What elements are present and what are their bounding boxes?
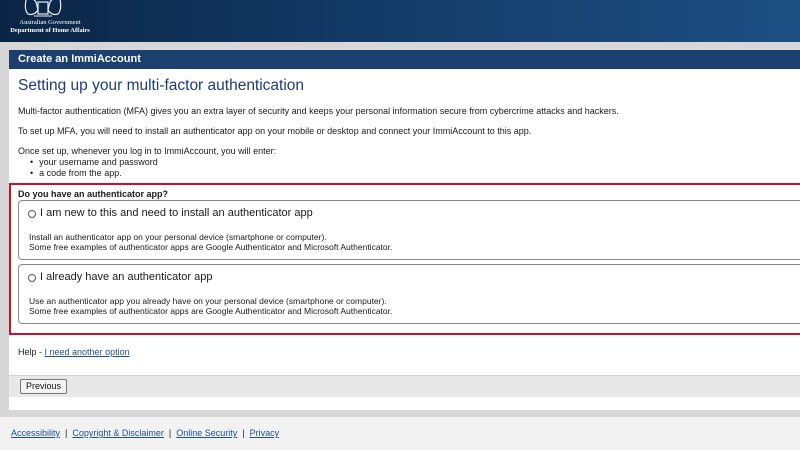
footer-separator: | [65,428,68,438]
button-bar: Previous [9,375,800,397]
footer-link-accessibility[interactable]: Accessibility [11,428,60,438]
option-new-to-authenticator[interactable]: I am new to this and need to install an … [18,200,800,260]
radio-button[interactable] [28,210,36,218]
option-desc-line: Use an authenticator app you already hav… [29,296,387,306]
authenticator-question-group: Do you have an authenticator app? I am n… [9,183,800,335]
footer-link-online-security[interactable]: Online Security [176,428,237,438]
footer-separator: | [242,428,245,438]
coat-of-arms-icon [24,0,62,17]
logo-line-1: Australian Government [19,19,81,26]
list-item: a code from the app. [30,168,791,179]
once-text: Once set up, whenever you log in to Immi… [18,146,277,156]
need-another-option-link[interactable]: I need another option [45,347,130,357]
logo-line-2: Department of Home Affairs [10,27,90,34]
footer: Accessibility | Copyright & Disclaimer | Onl… [0,417,800,450]
option-description: Install an authenticator app on your per… [29,232,392,252]
setup-text: To set up MFA, you will need to install … [18,126,532,136]
intro-text: Multi-factor authentication (MFA) gives … [18,106,619,116]
option-title[interactable]: I am new to this and need to install an … [40,207,313,219]
government-logo-text: Australian Government Department of Home… [9,19,91,35]
list-item: your username and password [30,157,791,168]
footer-link-privacy[interactable]: Privacy [250,428,280,438]
question-label: Do you have an authenticator app? [18,189,169,199]
panel-content: Setting up your multi-factor authenticat… [9,69,800,178]
option-desc-line: Some free examples of authenticator apps… [29,242,393,252]
mfa-panel: Create an ImmiAccount Setting up your mu… [9,50,800,410]
option-already-have-authenticator[interactable]: I already have an authenticator app Use … [18,264,800,324]
radio-button[interactable] [28,274,36,282]
footer-links: Accessibility | Copyright & Disclaimer | Onl… [11,428,279,438]
option-description: Use an authenticator app you already hav… [29,296,392,316]
help-line: Help - I need another option [18,347,130,357]
option-title[interactable]: I already have an authenticator app [40,271,212,283]
option-desc-line: Some free examples of authenticator apps… [29,306,393,316]
help-prefix: Help - [18,347,45,357]
footer-link-copyright[interactable]: Copyright & Disclaimer [72,428,164,438]
header-banner: Australian Government Department of Home… [0,0,800,42]
previous-button[interactable]: Previous [20,379,68,394]
option-desc-line: Install an authenticator app on your per… [29,232,327,242]
login-steps-list: your username and password a code from t… [30,157,791,178]
footer-separator: | [168,428,172,438]
panel-title: Create an ImmiAccount [9,50,800,69]
page-title: Setting up your multi-factor authenticat… [18,77,305,94]
